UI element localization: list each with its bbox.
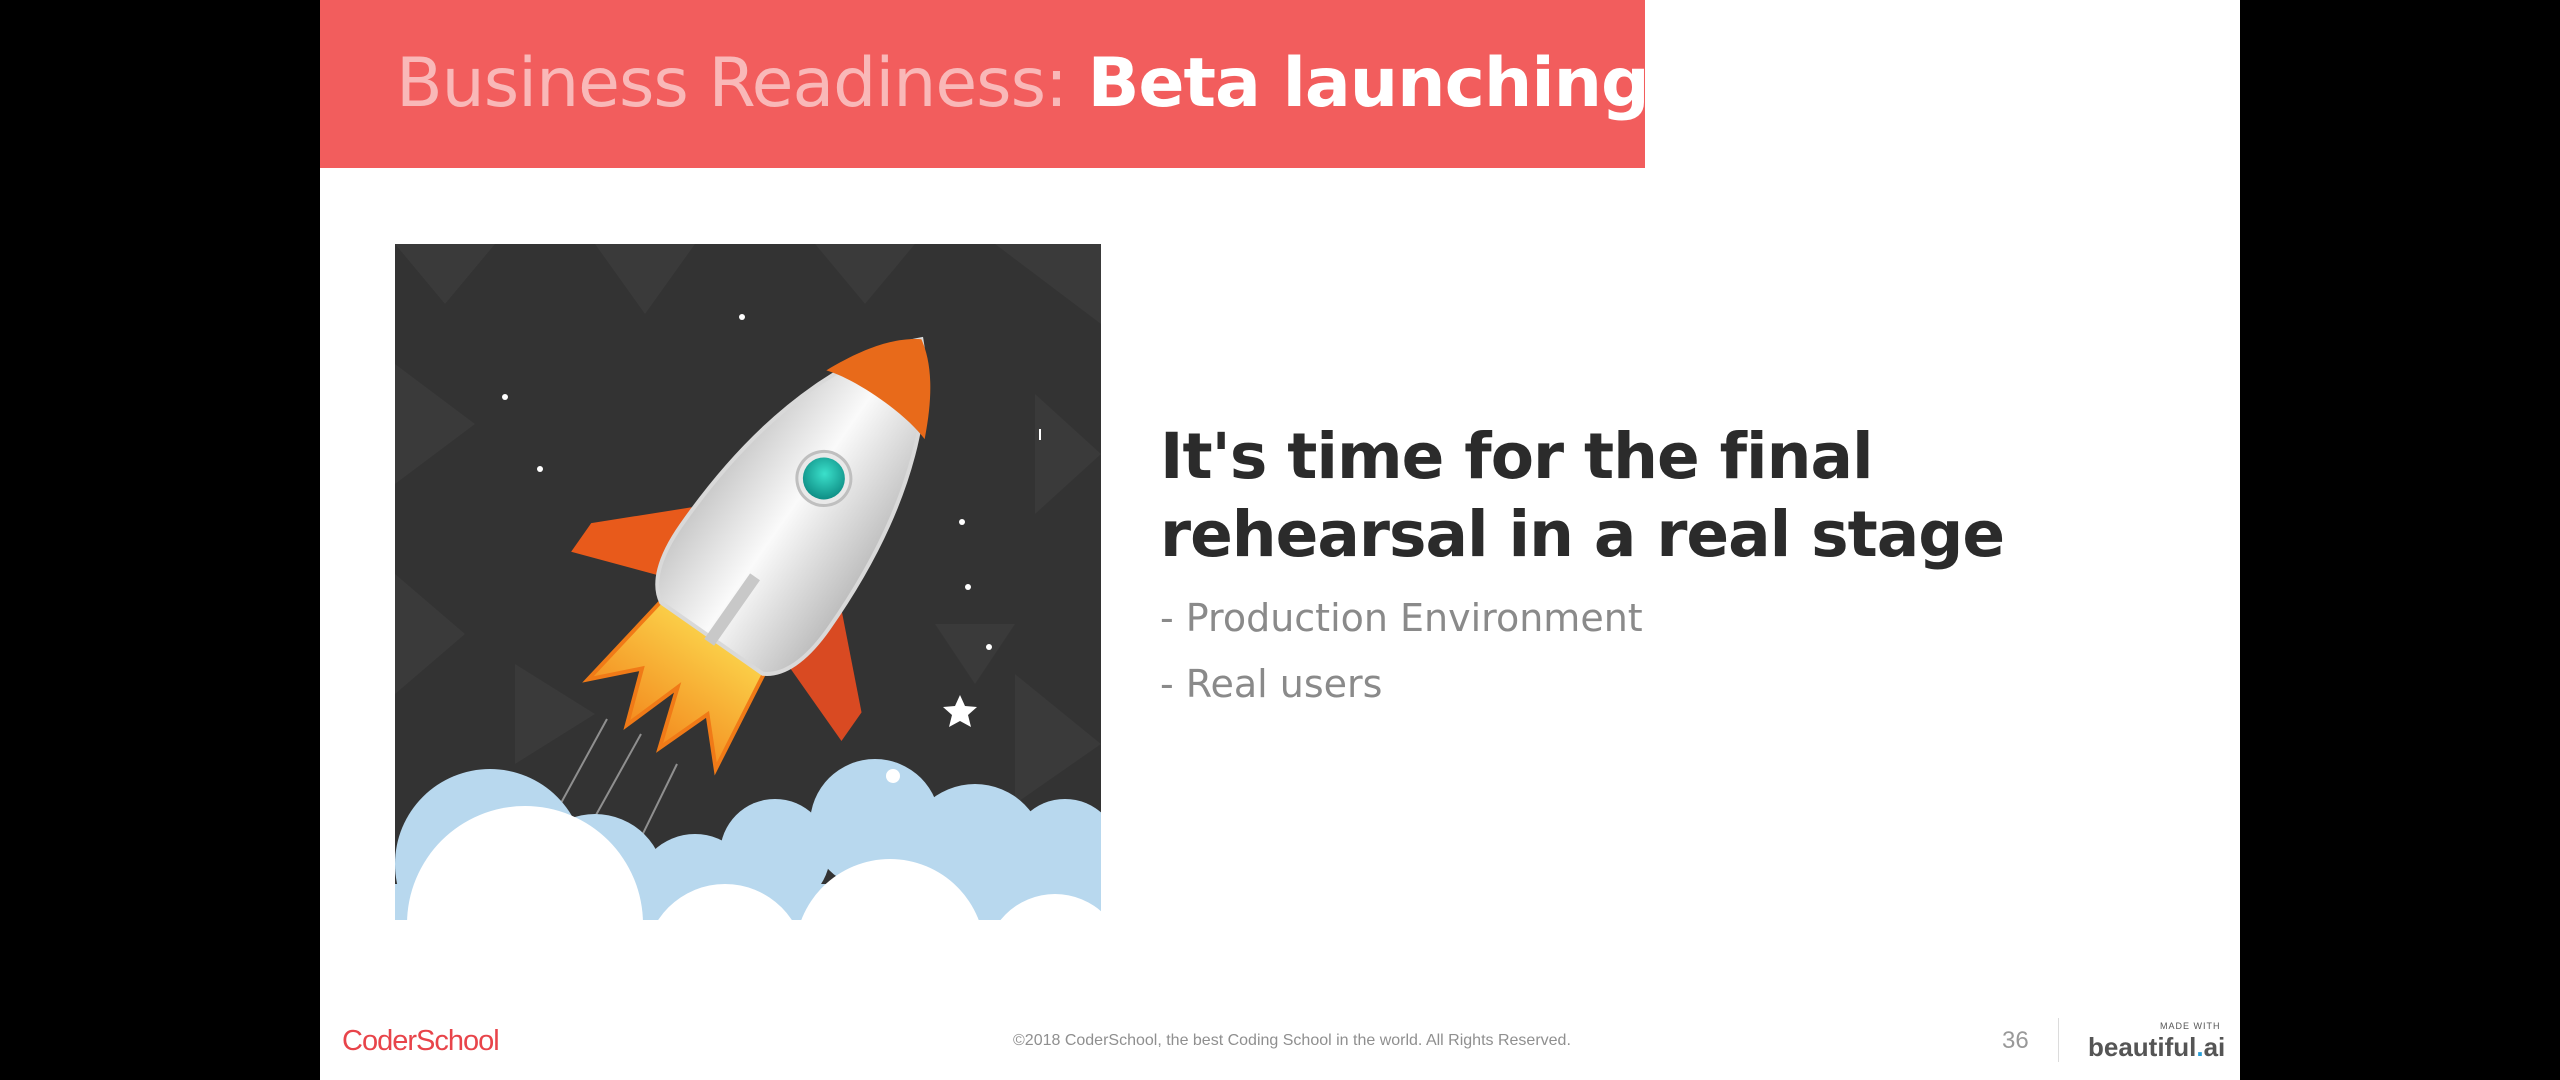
rocket-launch-illustration bbox=[395, 244, 1101, 944]
slide-title: Business Readiness: Beta launching bbox=[396, 38, 1650, 130]
copyright-text: ©2018 CoderSchool, the best Coding Schoo… bbox=[1013, 1032, 1571, 1049]
title-prefix: Business Readiness: bbox=[396, 44, 1068, 123]
title-main: Beta launching bbox=[1087, 44, 1650, 123]
beautiful-ai-logo[interactable]: beautiful.ai bbox=[2088, 1032, 2225, 1063]
bullet-item: - Production Environment bbox=[1160, 596, 1643, 640]
brand-suffix: ai bbox=[2203, 1032, 2226, 1062]
bullet-item: - Real users bbox=[1160, 662, 1383, 706]
headline: It's time for the final rehearsal in a r… bbox=[1160, 420, 2005, 571]
page-number: 36 bbox=[2002, 1027, 2029, 1054]
slide: Business Readiness: Beta launching It's … bbox=[320, 0, 2240, 1080]
bullet-list: - Production Environment - Real users bbox=[1160, 585, 1643, 717]
coderschool-logo: CoderSchool bbox=[342, 1025, 500, 1057]
brand-name: beautiful bbox=[2088, 1032, 2197, 1062]
brand-dot: . bbox=[2196, 1032, 2204, 1062]
title-band: Business Readiness: Beta launching bbox=[320, 0, 1650, 168]
footer-divider bbox=[2058, 1018, 2059, 1062]
made-with-label: MADE WITH bbox=[2160, 1021, 2221, 1031]
